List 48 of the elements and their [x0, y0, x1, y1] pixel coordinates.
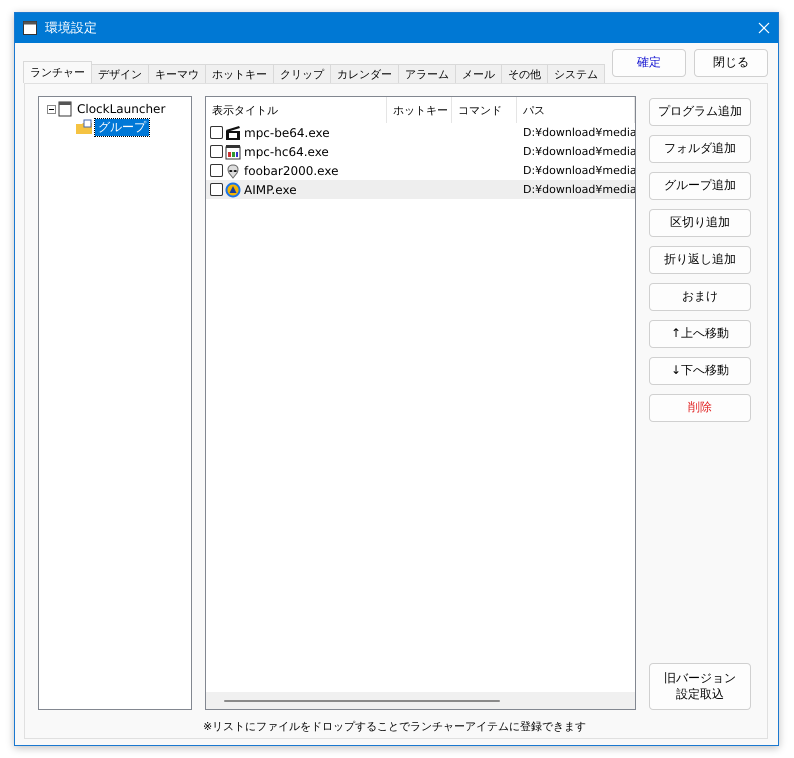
- tab[interactable]: ランチャー: [23, 61, 92, 83]
- import-button[interactable]: 旧バージョン 設定取込: [649, 663, 751, 710]
- action-button[interactable]: ↑上へ移動: [649, 320, 751, 348]
- window-icon: [23, 21, 37, 35]
- action-button[interactable]: 区切り追加: [649, 209, 751, 237]
- action-button[interactable]: 折り返し追加: [649, 246, 751, 274]
- checkbox[interactable]: [210, 164, 223, 177]
- tab[interactable]: メール: [455, 64, 502, 83]
- collapse-icon[interactable]: [47, 104, 56, 114]
- tree-item[interactable]: ClockLauncher: [74, 102, 168, 116]
- horizontal-scrollbar[interactable]: [206, 692, 635, 709]
- confirm-button[interactable]: 確定: [612, 49, 686, 77]
- alien-icon: [225, 162, 241, 178]
- tab[interactable]: カレンダー: [330, 64, 399, 83]
- action-button[interactable]: ↓下へ移動: [649, 357, 751, 385]
- hint-text: ※リストにファイルをドロップすることでランチャーアイテムに登録できます: [202, 719, 588, 734]
- window-title: 環境設定: [45, 20, 98, 37]
- column-header[interactable]: パス: [517, 97, 635, 123]
- action-button[interactable]: プログラム追加: [649, 98, 751, 126]
- triangle-icon: [225, 182, 241, 198]
- tree-item[interactable]: グループ: [95, 118, 149, 136]
- delete-button[interactable]: 削除: [649, 394, 751, 422]
- item-title: mpc-be64.exe: [243, 126, 331, 140]
- checkbox[interactable]: [210, 126, 223, 139]
- checkbox[interactable]: [210, 145, 223, 158]
- calendar-icon: [225, 144, 241, 160]
- action-button[interactable]: フォルダ追加: [649, 135, 751, 163]
- item-title: foobar2000.exe: [243, 164, 340, 178]
- action-button[interactable]: おまけ: [649, 283, 751, 311]
- tab[interactable]: キーマウ: [148, 64, 206, 83]
- clapper-icon: [225, 124, 241, 140]
- tab[interactable]: アラーム: [398, 64, 456, 83]
- tab[interactable]: ホットキー: [205, 64, 274, 83]
- column-header[interactable]: コマンド: [452, 97, 517, 123]
- close-icon[interactable]: [758, 22, 770, 34]
- checkbox[interactable]: [210, 183, 223, 196]
- action-button[interactable]: グループ追加: [649, 172, 751, 200]
- window-icon: [58, 101, 72, 117]
- column-header[interactable]: 表示タイトル: [206, 97, 387, 123]
- tab[interactable]: デザイン: [91, 64, 149, 83]
- folder-icon: [75, 119, 93, 135]
- item-title: mpc-hc64.exe: [243, 144, 330, 158]
- tab[interactable]: その他: [501, 64, 548, 83]
- column-header[interactable]: ホットキー: [387, 97, 452, 123]
- tab[interactable]: クリップ: [273, 64, 331, 83]
- item-title: AIMP.exe: [243, 182, 298, 196]
- tab[interactable]: システム: [547, 64, 605, 83]
- close-button[interactable]: 閉じる: [694, 49, 768, 77]
